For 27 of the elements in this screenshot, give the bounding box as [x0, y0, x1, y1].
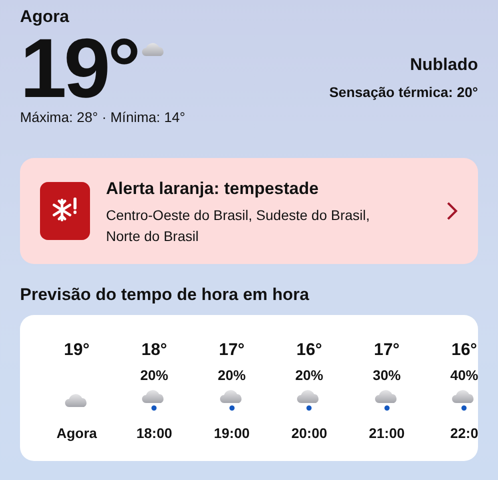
hour-time: 22:0	[449, 424, 478, 444]
hour-temperature: 17°	[218, 339, 246, 362]
rain-chance: 20%	[295, 367, 324, 384]
hour-time: 20:00	[290, 424, 328, 444]
hour-temperature: 18°	[140, 339, 168, 362]
rain-chance: 20%	[218, 367, 246, 384]
hour-temperature: 16°	[450, 339, 478, 362]
rain-chance: 30%	[372, 367, 401, 384]
condition-text: Nublado	[409, 54, 478, 76]
hour-time: 18:00	[135, 424, 174, 444]
feels-like-text: Sensação térmica: 20°	[329, 82, 478, 102]
hour-time: Agora	[56, 424, 98, 444]
rain-chance: 40%	[450, 367, 478, 384]
now-label: Agora	[20, 6, 70, 28]
temperature-range: Máxima: 28° · Mínima: 14°	[20, 108, 186, 127]
hour-temperature: 16°	[295, 339, 324, 362]
alert-card[interactable]: Alerta laranja: tempestade Centro-Oeste do Brasil, Sudeste do Brasil, Norte do Brasil	[20, 158, 478, 264]
hour-temperature: 17°	[372, 339, 401, 362]
hour-time: 21:00	[368, 424, 406, 444]
hour-temperature: 19°	[62, 339, 91, 362]
rain-chance: 20%	[140, 367, 168, 384]
current-temperature: 19°	[20, 30, 138, 107]
alert-title: Alerta laranja: tempestade	[106, 178, 320, 200]
hour-time: 19:00	[212, 424, 251, 444]
section-title: Previsão do tempo de hora em hora	[20, 284, 310, 306]
storm-alert-icon	[40, 182, 90, 240]
alert-regions: Centro-Oeste do Brasil, Sudeste do Brasil, Norte do Brasil	[106, 206, 371, 246]
